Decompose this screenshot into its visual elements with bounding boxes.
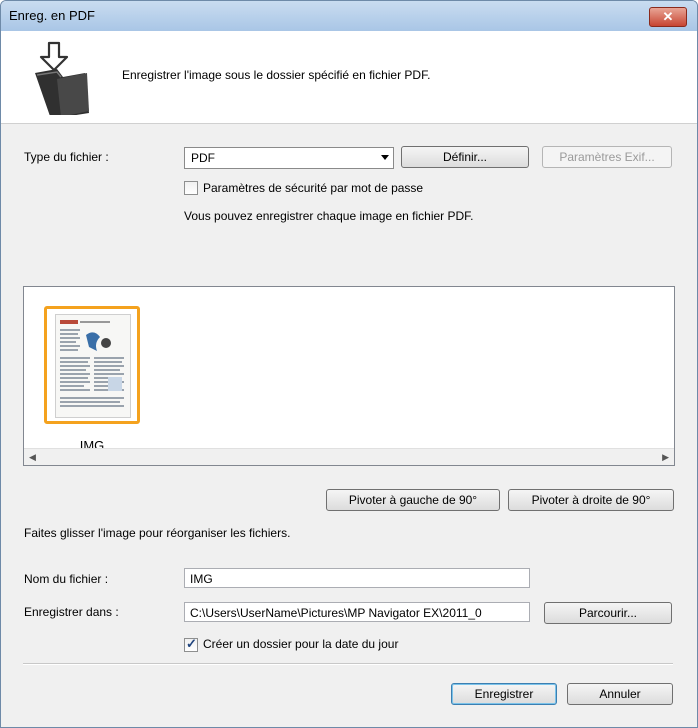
document-preview bbox=[55, 314, 131, 418]
title-bar: Enreg. en PDF ✕ bbox=[1, 1, 697, 31]
rotate-left-button[interactable]: Pivoter à gauche de 90° bbox=[326, 489, 500, 511]
image-list[interactable]: IMG ◀ ▶ bbox=[23, 286, 675, 466]
header-description: Enregistrer l'image sous le dossier spéc… bbox=[122, 68, 431, 82]
window-title: Enreg. en PDF bbox=[9, 8, 95, 23]
file-type-label: Type du fichier : bbox=[24, 150, 109, 164]
info-text: Vous pouvez enregistrer chaque image en … bbox=[184, 209, 474, 223]
file-type-value: PDF bbox=[191, 151, 215, 165]
header-band: Enregistrer l'image sous le dossier spéc… bbox=[1, 31, 697, 124]
dialog-window: Enreg. en PDF ✕ Enregistrer l'image sous… bbox=[0, 0, 698, 728]
define-button[interactable]: Définir... bbox=[401, 146, 529, 168]
save-in-label: Enregistrer dans : bbox=[24, 605, 119, 619]
chevron-down-icon bbox=[381, 155, 389, 160]
scroll-right-icon[interactable]: ▶ bbox=[662, 452, 669, 463]
filename-input[interactable]: IMG bbox=[184, 568, 530, 588]
filename-label: Nom du fichier : bbox=[24, 572, 109, 586]
checkmark-icon: ✓ bbox=[186, 636, 197, 651]
horizontal-scrollbar[interactable]: ◀ ▶ bbox=[24, 448, 674, 465]
document-preview-graphic bbox=[56, 315, 130, 417]
save-folder-icon bbox=[35, 41, 89, 115]
close-button[interactable]: ✕ bbox=[649, 7, 687, 27]
password-security-checkbox[interactable] bbox=[184, 181, 198, 195]
save-path-input[interactable]: C:\Users\UserName\Pictures\MP Navigator … bbox=[184, 602, 530, 622]
date-folder-checkbox[interactable]: ✓ bbox=[184, 636, 198, 652]
password-security-label: Paramètres de sécurité par mot de passe bbox=[203, 181, 424, 195]
image-thumbnail[interactable] bbox=[44, 306, 140, 424]
cancel-button[interactable]: Annuler bbox=[567, 683, 673, 705]
save-button[interactable]: Enregistrer bbox=[451, 683, 557, 705]
file-type-select[interactable]: PDF bbox=[184, 147, 394, 169]
scroll-left-icon[interactable]: ◀ bbox=[29, 452, 36, 463]
rotate-right-button[interactable]: Pivoter à droite de 90° bbox=[508, 489, 674, 511]
date-folder-label: Créer un dossier pour la date du jour bbox=[203, 637, 399, 651]
drag-hint: Faites glisser l'image pour réorganiser … bbox=[24, 526, 291, 540]
close-icon: ✕ bbox=[662, 9, 674, 24]
browse-button[interactable]: Parcourir... bbox=[544, 602, 672, 624]
exif-settings-button[interactable]: Paramètres Exif... bbox=[542, 146, 672, 168]
separator bbox=[23, 663, 673, 665]
